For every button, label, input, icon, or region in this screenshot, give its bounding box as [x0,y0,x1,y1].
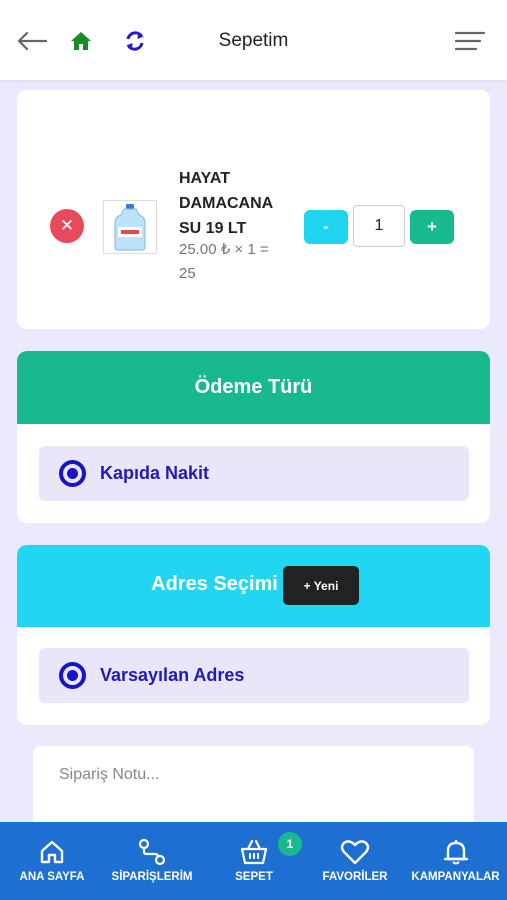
product-name: HAYAT DAMACANA SU 19 LT [179,170,273,237]
nav-label-favorites: FAVORİLER [322,871,388,883]
payment-type-title: Ödeme Türü [17,351,490,424]
address-selection-title: Adres Seçimi [151,573,278,595]
decrease-quantity-button[interactable]: - [304,210,348,244]
radio-selected-icon[interactable] [59,662,86,689]
address-option-label: Varsayılan Adres [100,665,245,685]
address-option-default[interactable]: Varsayılan Adres [39,648,469,703]
payment-option-label: Kapıda Nakit [100,463,210,483]
hamburger-menu-icon[interactable] [452,27,488,55]
radio-selected-icon[interactable] [59,460,86,487]
cart-count-badge: 1 [278,832,302,856]
nav-item-campaigns[interactable]: KAMPANYALAR [404,822,507,900]
basket-icon [240,839,268,865]
route-icon [138,838,166,866]
page-title: Sepetim [218,30,289,51]
water-bottle-icon [114,204,146,251]
close-icon: ✕ [59,216,75,235]
product-image [103,200,157,254]
nav-item-favorites[interactable]: FAVORİLER [303,822,407,900]
bottom-navigation: ANA SAYFA SİPARİŞLERİM SEPET FAVORİLER K… [0,822,507,900]
nav-label-home: ANA SAYFA [19,871,85,883]
increase-quantity-button[interactable]: + [410,210,454,244]
cart-item-card: ✕ HAYAT DAMACANA SU 19 LT 25.00 ₺ × 1 = … [17,90,490,329]
payment-type-card: Ödeme Türü Kapıda Nakit [17,351,490,523]
nav-label-orders: SİPARİŞLERİM [111,871,193,883]
product-price-line: 25.00 ₺ × 1 = 25 [179,241,269,282]
new-address-button[interactable]: + Yeni [283,566,359,605]
home-icon [40,840,64,864]
quantity-field[interactable]: 1 [353,205,405,247]
nav-label-campaigns: KAMPANYALAR [411,871,500,883]
app-header: Sepetim [0,0,507,80]
payment-option-cash-on-delivery[interactable]: Kapıda Nakit [39,446,469,501]
bell-icon [443,840,468,865]
heart-icon [340,840,370,865]
nav-item-home[interactable]: ANA SAYFA [0,822,104,900]
nav-label-cart: SEPET [235,871,273,883]
nav-item-orders[interactable]: SİPARİŞLERİM [100,822,204,900]
remove-item-button[interactable]: ✕ [50,209,84,243]
address-selection-card: Adres Seçimi + Yeni Varsayılan Adres [17,545,490,725]
